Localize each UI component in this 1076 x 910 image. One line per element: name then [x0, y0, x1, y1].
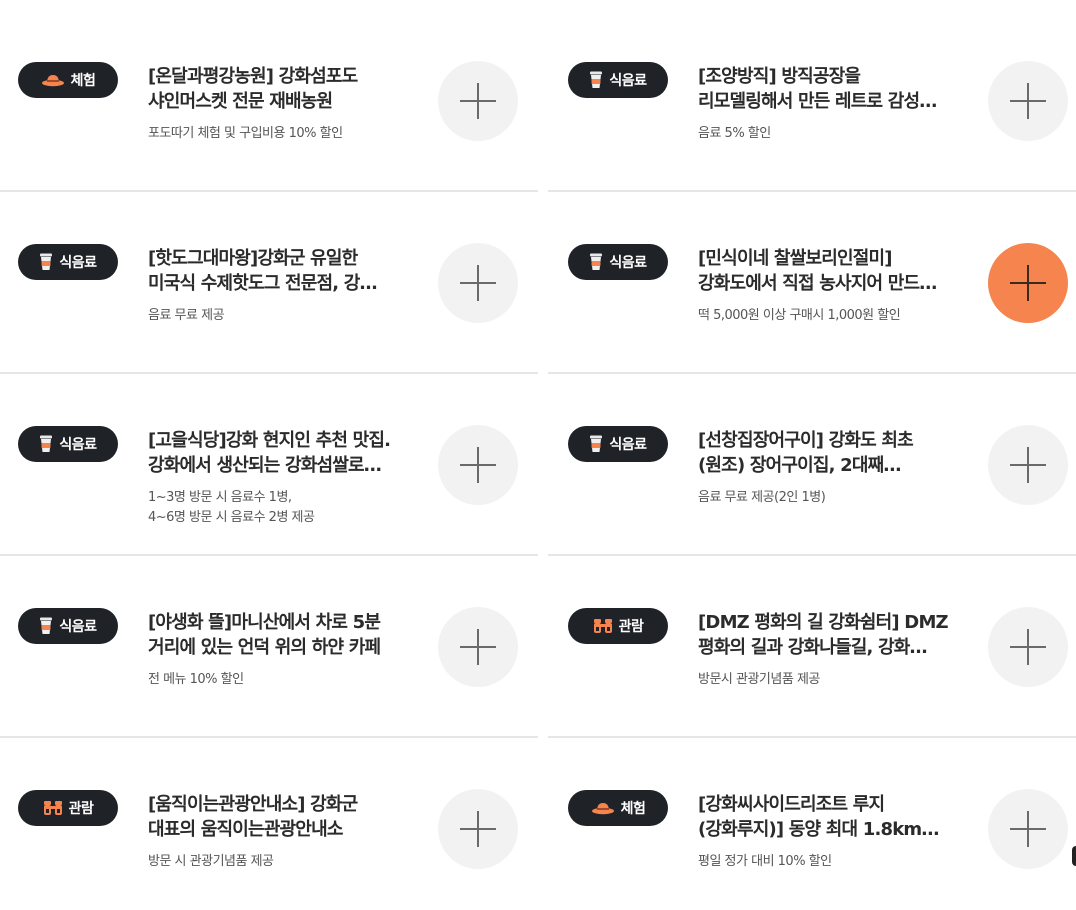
coffee-cup-icon: [589, 435, 603, 453]
card-benefit: 떡 5,000원 이상 구매시 1,000원 할인: [698, 308, 901, 323]
category-label: 식음료: [59, 619, 97, 635]
hat-icon: [591, 801, 615, 815]
category-label: 식음료: [609, 255, 647, 271]
add-button[interactable]: [438, 243, 518, 323]
category-badge: 식음료: [568, 426, 668, 462]
card-benefit: 음료 무료 제공(2인 1병): [698, 490, 826, 505]
plus-icon: [1010, 265, 1046, 301]
add-button[interactable]: [438, 607, 518, 687]
category-badge: 식음료: [18, 608, 118, 644]
add-button[interactable]: [988, 61, 1068, 141]
benefit-card: 식음료 [조양방직] 방직공장을 리모델링해서 만든 레트로 감성… 음료 5%…: [550, 0, 1076, 182]
category-label: 식음료: [59, 255, 97, 271]
plus-icon: [1010, 629, 1046, 665]
plus-icon: [1010, 83, 1046, 119]
category-badge: 식음료: [18, 244, 118, 280]
card-benefit: 1~3명 방문 시 음료수 1병, 4~6명 방문 시 음료수 2병 제공: [148, 490, 315, 525]
category-label: 식음료: [609, 73, 647, 89]
card-benefit: 방문시 관광기념품 제공: [698, 672, 820, 687]
category-badge: 식음료: [18, 426, 118, 462]
add-button[interactable]: [438, 789, 518, 869]
add-button[interactable]: [988, 425, 1068, 505]
coffee-cup-icon: [39, 617, 53, 635]
benefit-card: 관람 [DMZ 평화의 길 강화쉼터] DMZ 평화의 길과 강화나들길, 강화…: [550, 546, 1076, 728]
plus-icon: [460, 83, 496, 119]
benefit-card: 관람 [움직이는관광안내소] 강화군 대표의 움직이는관광안내소 방문 시 관광…: [0, 728, 528, 910]
coffee-cup-icon: [589, 253, 603, 271]
card-title[interactable]: [움직이는관광안내소] 강화군 대표의 움직이는관광안내소: [148, 792, 406, 842]
plus-icon: [460, 265, 496, 301]
benefit-card: 체험 [강화씨사이드리조트 루지 (강화루지)] 동양 최대 1.8km… 평일…: [550, 728, 1076, 910]
card-title[interactable]: [강화씨사이드리조트 루지 (강화루지)] 동양 최대 1.8km…: [698, 792, 956, 842]
category-badge: 체험: [18, 62, 118, 98]
category-label: 체험: [70, 73, 96, 89]
benefit-card: 식음료 [민식이네 찰쌀보리인절미] 강화도에서 직접 농사지어 만드… 떡 5…: [550, 182, 1076, 364]
category-label: 식음료: [609, 437, 647, 453]
card-title[interactable]: [DMZ 평화의 길 강화쉼터] DMZ 평화의 길과 강화나들길, 강화…: [698, 610, 956, 660]
plus-icon: [1010, 447, 1046, 483]
category-label: 관람: [68, 801, 94, 817]
benefit-card: 식음료 [핫도그대마왕]강화군 유일한 미국식 수제핫도그 전문점, 강… 음료…: [0, 182, 528, 364]
category-badge: 식음료: [568, 244, 668, 280]
plus-icon: [460, 629, 496, 665]
coffee-cup-icon: [39, 435, 53, 453]
category-badge: 관람: [568, 608, 668, 644]
benefit-card: 체험 [온달과평강농원] 강화섬포도 샤인머스켓 전문 재배농원 포도따기 체험…: [0, 0, 528, 182]
plus-icon: [460, 811, 496, 847]
coffee-cup-icon: [39, 253, 53, 271]
coffee-cup-icon: [589, 71, 603, 89]
plus-icon: [460, 447, 496, 483]
card-benefit: 음료 5% 할인: [698, 126, 771, 141]
category-badge: 체험: [568, 790, 668, 826]
card-title[interactable]: [고을식당]강화 현지인 추천 맛집. 강화에서 생산되는 강화섬쌀로…: [148, 428, 406, 478]
card-title[interactable]: [선창집장어구이] 강화도 최초 (원조) 장어구이집, 2대째…: [698, 428, 956, 478]
card-title[interactable]: [야생화 뜰]마니산에서 차로 5분 거리에 있는 언덕 위의 하얀 카페: [148, 610, 406, 660]
card-benefit: 평일 정가 대비 10% 할인: [698, 854, 832, 869]
card-benefit: 포도따기 체험 및 구입비용 10% 할인: [148, 126, 343, 141]
card-title[interactable]: [온달과평강농원] 강화섬포도 샤인머스켓 전문 재배농원: [148, 64, 406, 114]
card-benefit: 전 메뉴 10% 할인: [148, 672, 244, 687]
card-benefit: 음료 무료 제공: [148, 308, 225, 323]
add-button[interactable]: [988, 607, 1068, 687]
add-button[interactable]: [988, 789, 1068, 869]
category-label: 식음료: [59, 437, 97, 453]
binoculars-icon: [43, 800, 63, 816]
add-button[interactable]: [438, 425, 518, 505]
category-badge: 식음료: [568, 62, 668, 98]
category-label: 체험: [620, 801, 646, 817]
hat-icon: [41, 73, 65, 87]
benefit-card: 식음료 [고을식당]강화 현지인 추천 맛집. 강화에서 생산되는 강화섬쌀로……: [0, 364, 528, 546]
category-badge: 관람: [18, 790, 118, 826]
category-label: 관람: [618, 619, 644, 635]
scroll-edge-indicator: [1072, 846, 1076, 866]
card-benefit: 방문 시 관광기념품 제공: [148, 854, 274, 869]
binoculars-icon: [593, 618, 613, 634]
card-title[interactable]: [조양방직] 방직공장을 리모델링해서 만든 레트로 감성…: [698, 64, 956, 114]
plus-icon: [1010, 811, 1046, 847]
card-title[interactable]: [민식이네 찰쌀보리인절미] 강화도에서 직접 농사지어 만드…: [698, 246, 956, 296]
card-title[interactable]: [핫도그대마왕]강화군 유일한 미국식 수제핫도그 전문점, 강…: [148, 246, 406, 296]
add-button[interactable]: [438, 61, 518, 141]
benefit-card: 식음료 [선창집장어구이] 강화도 최초 (원조) 장어구이집, 2대째… 음료…: [550, 364, 1076, 546]
benefit-card: 식음료 [야생화 뜰]마니산에서 차로 5분 거리에 있는 언덕 위의 하얀 카…: [0, 546, 528, 728]
add-button-selected[interactable]: [988, 243, 1068, 323]
